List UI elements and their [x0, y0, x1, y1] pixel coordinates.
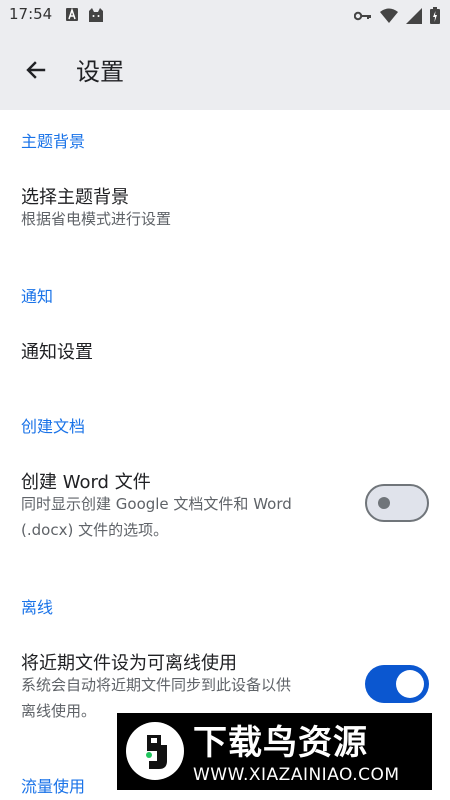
- status-left-icons: [66, 8, 104, 22]
- status-time: 17:54: [9, 5, 53, 23]
- wifi-icon: [380, 8, 398, 23]
- section-header-offline: 离线: [21, 598, 54, 617]
- setting-subtitle-line1: 同时显示创建 Google 文档文件和 Word: [21, 495, 292, 513]
- section-header-notifications: 通知: [21, 287, 54, 306]
- section-header-create-docs: 创建文档: [21, 417, 86, 436]
- offline-recent-toggle[interactable]: [365, 665, 429, 703]
- arrow-left-icon: [26, 61, 46, 79]
- setting-subtitle: 根据省电模式进行设置: [21, 210, 172, 228]
- setting-subtitle-line2: 离线使用。: [21, 702, 97, 720]
- setting-subtitle-line2: (.docx) 文件的选项。: [21, 521, 169, 539]
- setting-title: 选择主题背景: [21, 187, 129, 208]
- signal-icon: [406, 7, 422, 24]
- section-header-theme: 主题背景: [21, 132, 86, 151]
- bird-logo-icon: [126, 722, 184, 780]
- notification-a-icon: [66, 8, 78, 21]
- setting-title: 通知设置: [21, 342, 93, 363]
- watermark-url: WWW.XIAZAINIAO.COM: [193, 765, 400, 785]
- key-icon: [354, 11, 371, 20]
- page-title: 设置: [76, 58, 124, 86]
- toggle-knob: [396, 670, 424, 698]
- cat-icon: [89, 8, 103, 22]
- app-bar: 设置: [0, 30, 450, 110]
- section-header-data-usage: 流量使用: [21, 777, 86, 796]
- setting-title: 将近期文件设为可离线使用: [21, 653, 237, 674]
- setting-title: 创建 Word 文件: [21, 472, 151, 493]
- status-bar: 17:54: [0, 0, 450, 30]
- create-word-toggle[interactable]: [365, 484, 429, 522]
- watermark-title: 下载鸟资源: [193, 723, 368, 763]
- toggle-knob: [378, 497, 390, 509]
- battery-icon: [430, 7, 440, 24]
- back-button[interactable]: [18, 52, 54, 88]
- watermark-banner: 下载鸟资源 WWW.XIAZAINIAO.COM: [117, 713, 432, 790]
- setting-subtitle-line1: 系统会自动将近期文件同步到此设备以供: [21, 676, 292, 694]
- status-right-icons: [354, 7, 440, 24]
